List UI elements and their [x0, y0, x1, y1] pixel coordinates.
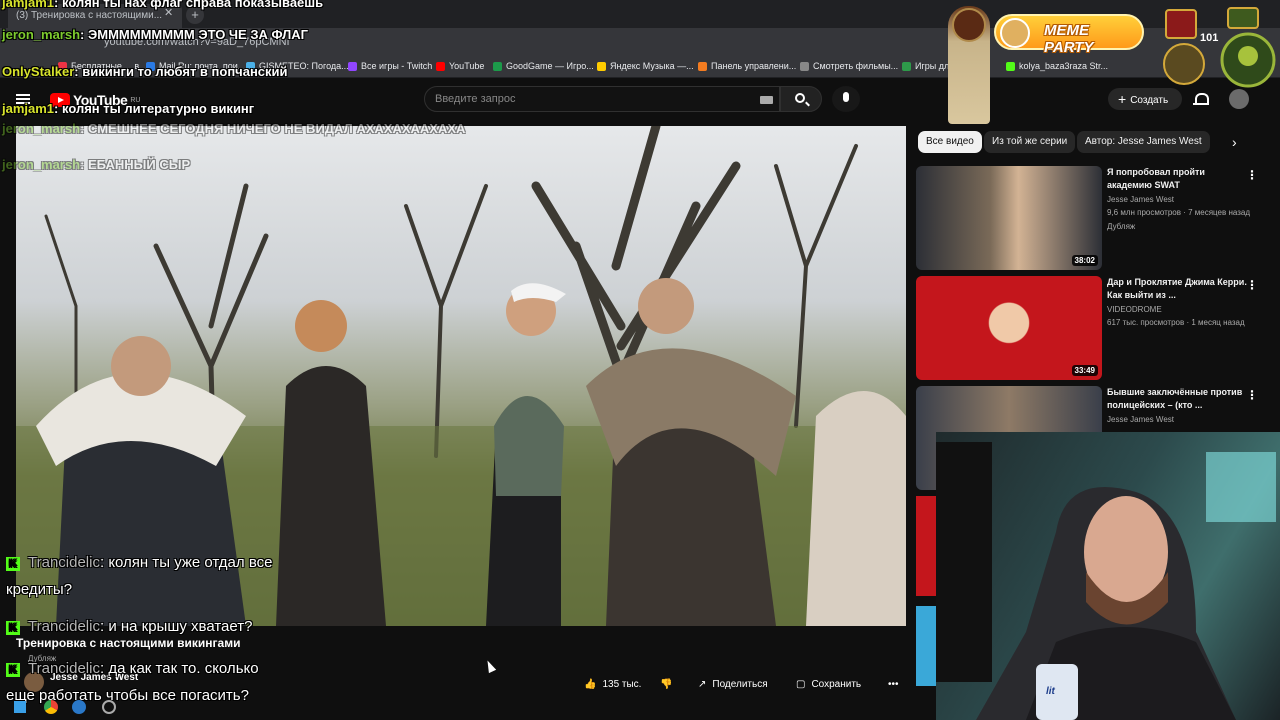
video-player[interactable]	[16, 126, 906, 626]
search-input[interactable]: Введите запрос	[424, 86, 780, 112]
thumbs-up-icon: 👍	[584, 678, 597, 690]
dislike-button[interactable]: 👎	[660, 675, 672, 693]
chat-message: jamjam1: колян ты нах флаг справа показы…	[2, 0, 324, 10]
kick-icon: K	[6, 663, 20, 677]
account-avatar[interactable]	[1229, 89, 1249, 109]
kick-icon: K	[6, 621, 20, 635]
recommendation-channel[interactable]: Jesse James West	[1107, 415, 1174, 424]
recommendation-channel[interactable]: VIDEODROME	[1107, 305, 1162, 314]
create-button[interactable]: + Создать	[1108, 88, 1182, 110]
bookmark-item[interactable]: YouTube	[436, 61, 484, 71]
chat-message: K Trancidelic: да как так то. сколько	[6, 658, 259, 680]
recommendation-meta: 617 тыс. просмотров · 1 месяц назад	[1107, 318, 1245, 327]
chat-message: jamjam1: колян ты литературно викинг	[2, 101, 255, 116]
recommendation-item[interactable]: 38:02 Я попробовал пройти академию SWAT …	[916, 166, 1266, 272]
bookmark-item[interactable]: Панель управлени...	[698, 61, 796, 71]
notifications-bell-icon[interactable]	[1193, 92, 1209, 106]
kick-icon: K	[6, 557, 20, 571]
chat-message: jeron_marsh: ЭМММММММММ ЭТО ЧЕ ЗА ФЛАГ	[2, 27, 308, 42]
can-label: lit	[1046, 686, 1055, 697]
recommendation-thumbnail[interactable]: 38:02	[916, 166, 1102, 270]
more-options-icon[interactable]: ⋮	[1246, 278, 1258, 292]
voice-search-icon[interactable]	[832, 86, 860, 112]
chat-message-continuation: кредиты?	[6, 581, 73, 598]
video-title: Тренировка с настоящими викингами	[16, 636, 241, 650]
bookmark-item[interactable]: Все игры - Twitch	[348, 61, 432, 71]
webcam-scene	[936, 442, 1276, 720]
recommendation-title[interactable]: Я попробовал пройти академию SWAT	[1107, 166, 1247, 192]
bookmark-item[interactable]: GoodGame — Игро...	[493, 61, 594, 71]
save-button[interactable]: ▢ Сохранить	[796, 675, 861, 693]
bookmark-item[interactable]: Яндекс Музыка —...	[597, 61, 694, 71]
app-icon[interactable]	[72, 700, 86, 714]
chat-message: jeron_marsh: СМЕШНЕЕ СЕГОДНЯ НИЧЕГО НЕ В…	[2, 121, 466, 136]
recommendation-title[interactable]: Дар и Проклятие Джима Керри. Как выйти и…	[1107, 276, 1247, 302]
streamer-webcam: lit	[936, 432, 1280, 720]
bookmark-item[interactable]: kolya_baza3raza Str...	[1006, 61, 1108, 71]
chip-same-series[interactable]: Из той же серии	[984, 131, 1076, 153]
duration-badge: 33:49	[1071, 365, 1098, 376]
search-button[interactable]	[780, 86, 822, 112]
windows-start-icon[interactable]	[14, 701, 26, 713]
meme-party-banner: MEME PARTY	[994, 14, 1144, 56]
chip-author[interactable]: Автор: Jesse James West	[1077, 131, 1210, 153]
chat-overlay-top: jamjam1: колян ты нах флаг справа показы…	[0, 0, 465, 176]
more-options-icon[interactable]: ⋮	[1246, 388, 1258, 402]
recommendation-thumbnail-partial	[916, 496, 936, 596]
recommendation-item[interactable]: 33:49 Дар и Проклятие Джима Керри. Как в…	[916, 276, 1266, 382]
stream-seal-overlay	[948, 6, 990, 124]
more-options-icon[interactable]: ⋮	[1246, 168, 1258, 182]
doge-icon	[1000, 18, 1030, 48]
share-button[interactable]: ↗ Поделиться	[698, 675, 768, 693]
chat-message: K Trancidelic: колян ты уже отдал все	[6, 552, 272, 574]
chat-message: jeron_marsh: ЕБАННЫЙ СЫР	[2, 157, 191, 172]
app-icon[interactable]	[102, 700, 116, 714]
rank-number: 101	[1200, 32, 1219, 44]
thumbs-down-icon: 👎	[660, 678, 673, 690]
more-actions-button[interactable]: •••	[888, 675, 899, 693]
chevron-right-icon[interactable]: ›	[1232, 134, 1237, 150]
search-icon	[795, 93, 805, 103]
mouse-cursor-icon	[483, 658, 497, 674]
save-icon: ▢	[796, 678, 806, 690]
video-frame-scene	[16, 126, 906, 626]
rank-badges-overlay: 101	[1162, 6, 1280, 90]
seal-emblem	[952, 8, 986, 42]
taskbar	[0, 696, 330, 720]
bookmark-item[interactable]: Смотреть фильмы...	[800, 61, 898, 71]
duration-badge: 38:02	[1071, 255, 1098, 266]
recommendation-thumbnail[interactable]: 33:49	[916, 276, 1102, 380]
chat-message: OnlyStalker: викинги то любят в попчанск…	[2, 64, 288, 79]
chrome-icon[interactable]	[44, 700, 58, 714]
rank-badges-icon	[1163, 7, 1276, 88]
recommendation-title[interactable]: Бывшие заключённые против полицейских – …	[1107, 386, 1247, 412]
like-button[interactable]: 👍 135 тыс.	[584, 675, 641, 693]
recommendation-thumbnail-partial	[916, 606, 936, 686]
share-icon: ↗	[698, 678, 707, 690]
recommendation-channel[interactable]: Jesse James West	[1107, 195, 1174, 204]
chat-message: K Trancidelic: и на крышу хватает?	[6, 616, 252, 638]
recommendation-meta: 9,6 млн просмотров · 7 месяцев назад	[1107, 208, 1251, 217]
chip-all-videos[interactable]: Все видео	[918, 131, 982, 153]
dub-badge: Дубляж	[1107, 222, 1136, 231]
keyboard-icon[interactable]	[760, 96, 773, 104]
